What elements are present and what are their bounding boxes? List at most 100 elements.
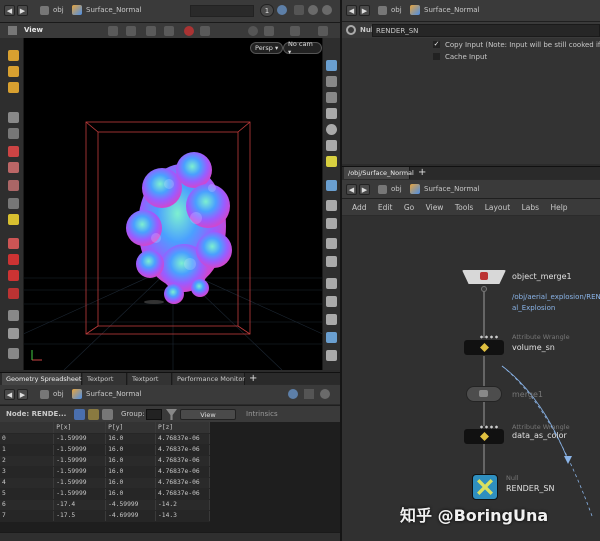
spreadsheet-scrollbar[interactable] (0, 532, 340, 541)
display-icon-8[interactable] (326, 180, 337, 191)
stop-icon[interactable] (248, 26, 258, 36)
ss-path-obj[interactable]: obj (53, 390, 64, 398)
tab-geometry-spreadsheet[interactable]: Geometry Spreadsheet (2, 373, 82, 385)
select-icon[interactable] (8, 50, 19, 61)
camera-tool-icon[interactable] (8, 328, 19, 339)
pose-icon[interactable] (8, 82, 19, 93)
link-icon[interactable] (294, 5, 304, 15)
viewport[interactable]: Persp ▾ No cam ▾ (24, 38, 322, 370)
cycle-icon[interactable] (146, 26, 156, 36)
gear-tool-icon[interactable] (8, 310, 19, 321)
camera-icon[interactable] (164, 26, 174, 36)
display-icon-13[interactable] (326, 278, 337, 289)
pointer-icon[interactable] (8, 112, 19, 123)
object-select-icon[interactable] (8, 66, 19, 77)
node-name-field[interactable]: RENDER_SN (372, 24, 600, 37)
n-path-node[interactable]: Surface_Normal (424, 185, 480, 193)
cam-select-button[interactable]: No cam ▾ (283, 40, 322, 56)
ss-forward-icon[interactable]: ▶ (17, 389, 28, 400)
pin-icon[interactable] (277, 5, 287, 15)
snap2-icon[interactable] (8, 288, 19, 299)
col-py-header[interactable]: P[y] (105, 422, 157, 434)
table-row[interactable]: 3 -1.59999 16.0 4.76837e-06 (0, 466, 210, 478)
menu-labs[interactable]: Labs (522, 203, 539, 212)
net-add-tab-icon[interactable]: + (418, 167, 426, 179)
n-path-obj[interactable]: obj (391, 185, 402, 193)
display-icon-10[interactable] (326, 218, 337, 229)
gear-icon[interactable] (346, 25, 356, 35)
copy-input-checkbox[interactable]: ✓ (433, 41, 440, 48)
col-index-header[interactable] (0, 422, 55, 434)
menu-add[interactable]: Add (352, 203, 367, 212)
display-icon-4[interactable] (326, 108, 337, 119)
r-path-node[interactable]: Surface_Normal (424, 6, 480, 14)
r-forward-icon[interactable]: ▶ (359, 5, 370, 16)
prims-icon[interactable] (102, 409, 113, 420)
display-icon-2[interactable] (326, 76, 337, 87)
forward-arrow-icon[interactable]: ▶ (17, 5, 28, 16)
menu-help[interactable]: Help (550, 203, 567, 212)
camera-menu-button[interactable]: Persp ▾ (250, 42, 284, 54)
snap-icon[interactable] (8, 270, 19, 281)
menu-view[interactable]: View (426, 203, 444, 212)
handle-tool-icon[interactable] (126, 26, 136, 36)
lock-icon[interactable] (264, 26, 274, 36)
r-path-obj[interactable]: obj (391, 6, 402, 14)
display-icon-5[interactable] (326, 124, 337, 135)
ss-help-icon[interactable] (320, 389, 330, 399)
pin-tool-icon[interactable] (8, 214, 19, 225)
geo-icon[interactable] (8, 198, 19, 209)
add-tab-icon[interactable]: + (249, 373, 257, 385)
table-row[interactable]: 7 -17.5 -4.69999 -14.3 (0, 510, 210, 522)
display-icon-17[interactable] (326, 350, 337, 361)
brush-icon[interactable] (8, 146, 19, 157)
tab-textport-2[interactable]: Textport (128, 373, 172, 385)
view-menu-icon[interactable] (8, 26, 17, 35)
network-canvas[interactable]: object_merge1 /obj/aerial_explosion/REN … (342, 216, 600, 541)
table-row[interactable]: 6 -17.4 -4.59999 -14.2 (0, 499, 210, 511)
display-icon-3[interactable] (326, 92, 337, 103)
display-icon-11[interactable] (326, 238, 337, 249)
col-px-header[interactable]: P[x] (53, 422, 107, 434)
ss-pin-icon[interactable] (288, 389, 298, 399)
r-back-icon[interactable]: ◀ (346, 5, 357, 16)
pin-badge[interactable]: 1 (260, 4, 274, 17)
display-icon-9[interactable] (326, 200, 337, 211)
settings-icon[interactable] (322, 5, 332, 15)
table-row[interactable]: 5 -1.59999 16.0 4.76837e-06 (0, 488, 210, 500)
menu-layout[interactable]: Layout (485, 203, 511, 212)
object-merge-output[interactable] (481, 286, 487, 292)
tab-performance-monitor[interactable]: Performance Monitor (173, 373, 245, 385)
path-node[interactable]: Surface_Normal (86, 6, 142, 14)
filter-icon[interactable] (166, 409, 177, 420)
select-tool-icon[interactable] (108, 26, 118, 36)
ss-back-icon[interactable]: ◀ (4, 389, 15, 400)
display-icon-16[interactable] (326, 332, 337, 343)
display-icon-1[interactable] (326, 60, 337, 71)
help-icon[interactable] (308, 5, 318, 15)
n-back-icon[interactable]: ◀ (346, 184, 357, 195)
tab-textport-1[interactable]: Textport (83, 373, 127, 385)
grid-icon[interactable] (200, 26, 210, 36)
table-row[interactable]: 1 -1.59999 16.0 4.76837e-06 (0, 444, 210, 456)
magnet-icon[interactable] (8, 254, 19, 265)
display-icon-15[interactable] (326, 314, 337, 325)
display-icon-14[interactable] (326, 296, 337, 307)
n-forward-icon[interactable]: ▶ (359, 184, 370, 195)
menu-go[interactable]: Go (404, 203, 414, 212)
group-field[interactable] (146, 409, 162, 420)
ss-link-icon[interactable] (304, 389, 314, 399)
table-row[interactable]: 4 -1.59999 16.0 4.76837e-06 (0, 477, 210, 489)
menu-tools[interactable]: Tools (455, 203, 473, 212)
ss-path-node[interactable]: Surface_Normal (86, 390, 142, 398)
lasso-icon[interactable] (8, 238, 19, 249)
col-pz-header[interactable]: P[z] (155, 422, 210, 434)
lock-tool-icon[interactable] (8, 128, 19, 139)
path-obj[interactable]: obj (53, 6, 64, 14)
record-icon[interactable] (184, 26, 194, 36)
display-icon-12[interactable] (326, 256, 337, 267)
settings-tool-icon[interactable] (8, 348, 19, 359)
table-row[interactable]: 2 -1.59999 16.0 4.76837e-06 (0, 455, 210, 467)
tab-network[interactable]: /obj/Surface_Normal (344, 167, 414, 179)
display-icon-6[interactable] (326, 140, 337, 151)
